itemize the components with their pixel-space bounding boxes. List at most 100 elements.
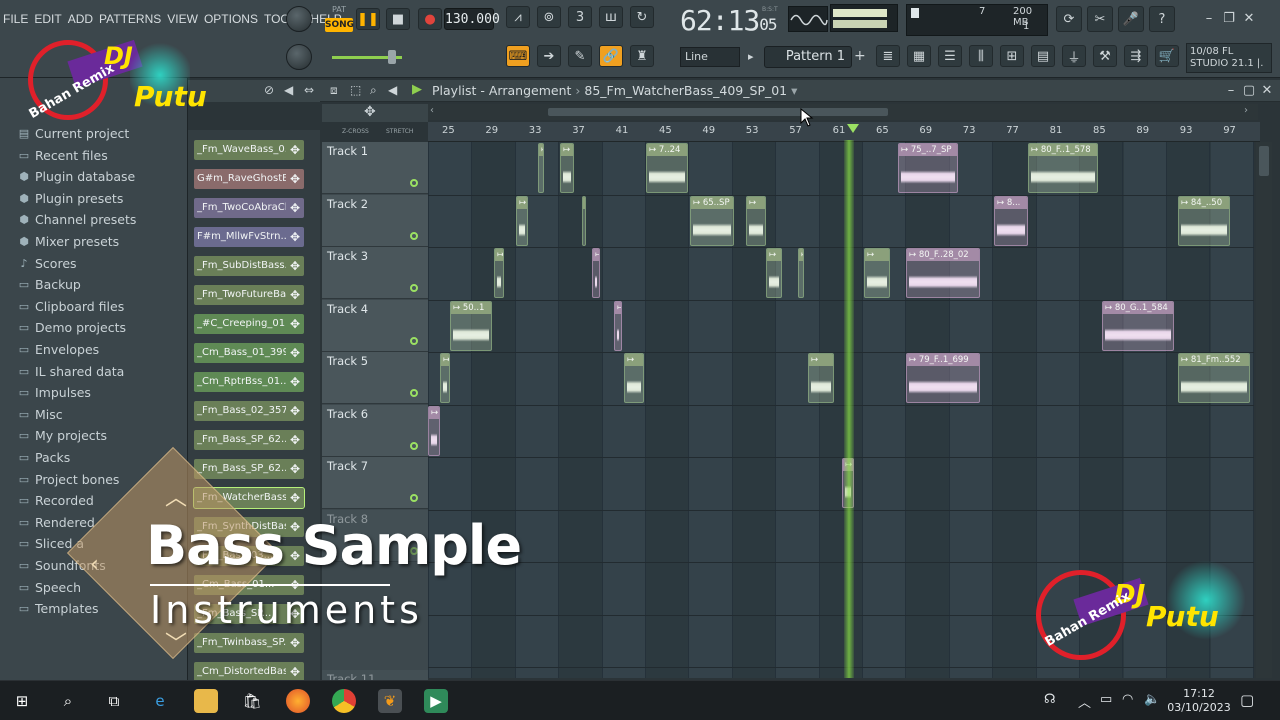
- audio-clip[interactable]: ↦: [766, 248, 782, 298]
- audio-clip[interactable]: ↦: [428, 405, 440, 456]
- shop-button[interactable]: 🛒: [1155, 45, 1179, 67]
- audio-clip[interactable]: ↦ 80_F..1_578: [1028, 143, 1098, 193]
- close-button[interactable]: ✕: [1240, 10, 1258, 28]
- menu-options[interactable]: OPTIONS: [201, 8, 261, 30]
- link-button[interactable]: 🔗: [599, 45, 623, 67]
- channel-button[interactable]: _Fm_Twinbass_SP... ✥: [194, 633, 304, 653]
- fl-version-panel[interactable]: 10/08 FL STUDIO 21.1 |.: [1186, 43, 1272, 73]
- audio-clip[interactable]: ↦: [624, 353, 644, 403]
- track-header[interactable]: Track 1: [322, 142, 428, 194]
- audio-clip[interactable]: ↦ 65..SP: [690, 195, 734, 246]
- audio-clip[interactable]: ↦: [592, 248, 600, 298]
- audio-clip[interactable]: ↦ 80_F..28_02: [906, 248, 980, 298]
- audio-clip[interactable]: ↦ 79_F..1_699: [906, 353, 980, 403]
- mixer-button[interactable]: ⫼: [969, 45, 993, 67]
- audio-clip[interactable]: ↦ 80_G..1_584: [1102, 300, 1174, 351]
- playlist-close-button[interactable]: ✕: [1258, 82, 1276, 100]
- audio-clip[interactable]: ↦: [808, 353, 834, 403]
- browser-item[interactable]: ▤ Current project: [18, 126, 130, 141]
- add-pattern-icon[interactable]: +: [854, 48, 866, 64]
- browser-item[interactable]: ▭ Recorded: [18, 493, 94, 508]
- tools-button[interactable]: ⚒: [1093, 45, 1117, 67]
- audio-clip[interactable]: ↦ 84_..50: [1178, 195, 1230, 246]
- audio-clip[interactable]: ↦: [798, 248, 804, 298]
- audio-clip[interactable]: ↦: [494, 248, 504, 298]
- audio-clip[interactable]: ↦: [746, 195, 766, 246]
- channel-button[interactable]: F#m_MllwFvStrn... ✥: [194, 227, 304, 247]
- playlist-maximize-button[interactable]: ▢: [1240, 82, 1258, 100]
- delete-icon[interactable]: ⊘: [264, 83, 274, 97]
- audio-clip[interactable]: ↦: [440, 353, 450, 403]
- slice-icon[interactable]: ⧈: [330, 83, 338, 98]
- edge-button[interactable]: e: [148, 689, 172, 713]
- browser-item[interactable]: ▭ Misc: [18, 407, 63, 422]
- playback-icon[interactable]: ◀: [388, 83, 397, 97]
- browser-item[interactable]: ▭ IL shared data: [18, 364, 125, 379]
- stamp-button[interactable]: ♜: [630, 45, 654, 67]
- store-button[interactable]: 🛍: [240, 689, 264, 713]
- record-button[interactable]: ●: [418, 8, 442, 30]
- audio-clip[interactable]: ↦: [614, 300, 622, 351]
- scroll-right-icon[interactable]: ›: [1244, 105, 1248, 116]
- track-mute-led[interactable]: [410, 231, 418, 240]
- typing-keyboard-button[interactable]: ⌨: [506, 45, 530, 67]
- countdown-button[interactable]: 3: [568, 6, 592, 28]
- piano-roll-button[interactable]: ▦: [907, 45, 931, 67]
- browser-item[interactable]: ⬢ Plugin database: [18, 169, 135, 184]
- file-explorer-button[interactable]: [194, 689, 218, 713]
- channel-button[interactable]: _Cm_RptrBss_01... ✥: [194, 372, 304, 392]
- start-button[interactable]: ⊞: [10, 689, 34, 713]
- timeline-ruler[interactable]: 25 29 33 37 41 45 49 53 57 61 65 69 73 77 81 85 89 93 97: [428, 122, 1260, 142]
- browser-item[interactable]: ▭ Project bones: [18, 472, 120, 487]
- volume-icon[interactable]: 🔈: [1144, 692, 1160, 707]
- track-header[interactable]: Track 4: [322, 299, 428, 352]
- track-mute-led[interactable]: [410, 441, 418, 450]
- slip-icon[interactable]: ⇔: [304, 83, 314, 97]
- minimize-button[interactable]: –: [1200, 10, 1218, 28]
- battery-icon[interactable]: ▭: [1100, 692, 1112, 707]
- browser-item[interactable]: ▭ Backup: [18, 277, 81, 292]
- maximize-button[interactable]: ❐: [1220, 10, 1238, 28]
- master-pitch-knob[interactable]: [286, 44, 312, 70]
- wifi-icon[interactable]: ◠: [1122, 692, 1133, 707]
- mic-button[interactable]: 🎤: [1118, 6, 1144, 32]
- stop-button[interactable]: ■: [386, 8, 410, 30]
- chrome-button[interactable]: [332, 689, 356, 713]
- track-header[interactable]: Track 6: [322, 404, 428, 457]
- pattern-prev-arrow-icon[interactable]: ▸: [748, 50, 754, 63]
- track-mute-led[interactable]: [410, 179, 418, 187]
- playhead-marker[interactable]: [847, 124, 859, 133]
- wait-input-button[interactable]: ⊚: [537, 6, 561, 28]
- tray-chevron-icon[interactable]: ︿: [1078, 692, 1091, 711]
- browser-item[interactable]: ▭ Rendered: [18, 515, 95, 530]
- channel-button[interactable]: _Fm_Bass_SP_62... ✥: [194, 430, 304, 450]
- playlist-minimize-button[interactable]: –: [1222, 82, 1240, 100]
- audio-clip[interactable]: ↦: [516, 195, 528, 246]
- song-mode-button[interactable]: SONG: [325, 18, 354, 32]
- volume-slider-handle[interactable]: [388, 50, 396, 64]
- browser-item[interactable]: ⬢ Plugin presets: [18, 191, 123, 206]
- track-header[interactable]: Track 5: [322, 352, 428, 404]
- browser-item[interactable]: ⬢ Mixer presets: [18, 234, 119, 249]
- browser-item[interactable]: ⬢ Channel presets: [18, 212, 136, 227]
- channel-button[interactable]: G#m_RaveGhostB...✥: [194, 169, 304, 189]
- zoom-icon[interactable]: ⌕: [370, 83, 377, 98]
- audio-clip[interactable]: ↦ 50..1: [450, 300, 492, 351]
- channel-button[interactable]: _#C_Creeping_01... ✥: [194, 314, 304, 334]
- track-header[interactable]: Track 3: [322, 247, 428, 299]
- track-mute-led[interactable]: [410, 389, 418, 397]
- browser-item[interactable]: ▭ Demo projects: [18, 320, 126, 335]
- track-header[interactable]: Track 7: [322, 457, 428, 509]
- people-icon[interactable]: ☊: [1044, 692, 1056, 707]
- browser-item[interactable]: ▭ Templates: [18, 601, 99, 616]
- audio-clip[interactable]: ↦ 81_Fm..552: [1178, 353, 1250, 403]
- browser-item[interactable]: ▭ Clipboard files: [18, 299, 124, 314]
- cut-button[interactable]: ✂: [1087, 6, 1113, 32]
- browser-item[interactable]: ▭ My projects: [18, 428, 107, 443]
- channel-button[interactable]: _Cm_DistortedBas...✥: [194, 662, 304, 682]
- track-header[interactable]: Track 2: [322, 194, 428, 247]
- pattern-selector[interactable]: Pattern 1: [764, 46, 852, 68]
- channel-button[interactable]: _Fm_TwoFutureBa... ✥: [194, 285, 304, 305]
- loop-record-button[interactable]: ↻: [630, 6, 654, 28]
- pause-button[interactable]: ❚❚: [356, 8, 380, 30]
